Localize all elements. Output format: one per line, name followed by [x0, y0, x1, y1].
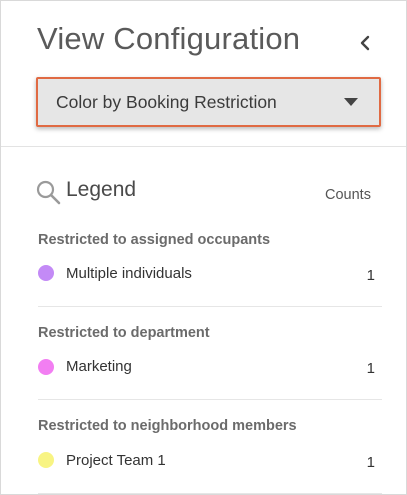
counts-header: Counts	[325, 187, 371, 203]
view-configuration-panel: View Configuration Color by Booking Rest…	[0, 0, 407, 495]
legend-group-title: Restricted to assigned occupants	[38, 232, 271, 248]
legend-item-count: 1	[366, 454, 375, 471]
legend-color-swatch	[38, 265, 54, 281]
legend-item-label: Project Team 1	[66, 452, 166, 469]
legend-item-label: Multiple individuals	[66, 265, 192, 282]
group-divider	[38, 493, 382, 494]
legend-item-count: 1	[366, 267, 375, 284]
color-by-dropdown[interactable]: Color by Booking Restriction	[36, 77, 381, 127]
chevron-left-icon	[360, 35, 370, 51]
group-divider	[38, 399, 382, 400]
color-by-selected-value: Color by Booking Restriction	[56, 92, 277, 112]
panel-title: View Configuration	[37, 21, 301, 56]
caret-down-icon	[344, 98, 358, 106]
legend-color-swatch	[38, 452, 54, 468]
legend-group-title: Restricted to department	[38, 325, 210, 341]
section-divider	[1, 146, 406, 147]
legend-color-swatch	[38, 359, 54, 375]
search-icon[interactable]	[35, 179, 63, 207]
legend-item-label: Marketing	[66, 358, 132, 375]
group-divider	[38, 306, 382, 307]
legend-title: Legend	[66, 178, 137, 201]
legend-group-title: Restricted to neighborhood members	[38, 418, 297, 434]
legend-item-count: 1	[366, 360, 375, 377]
collapse-panel-button[interactable]	[353, 29, 377, 57]
